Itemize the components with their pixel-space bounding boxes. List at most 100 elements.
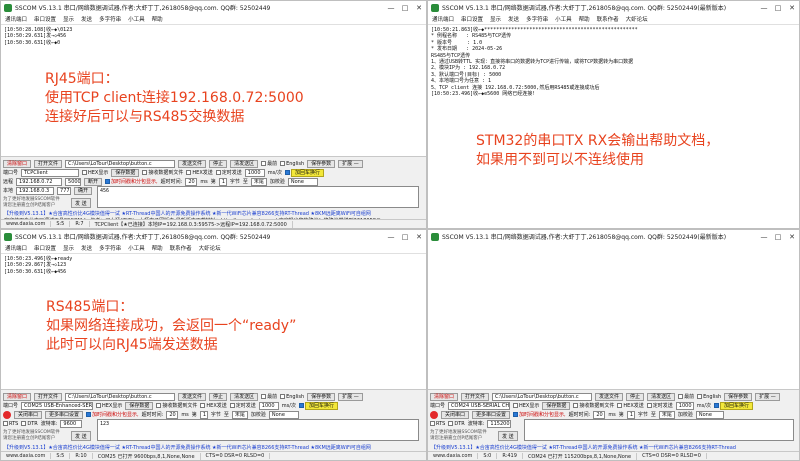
timestamp-checkbox[interactable]: 加时间戳和分包显示,: [105, 178, 158, 185]
hex-send-checkbox[interactable]: HEX发送: [617, 402, 644, 409]
ad-banner[interactable]: 【升级到V5.13.1】★合宙高性价比4G模块值得一试 ★RT-Thread中国…: [431, 444, 736, 451]
maximize-icon[interactable]: □: [771, 1, 785, 14]
baud-select[interactable]: 115200: [487, 419, 512, 428]
nth-input[interactable]: 1: [199, 410, 208, 419]
menu-item[interactable]: 显示: [490, 15, 501, 23]
menu-item[interactable]: 显示: [63, 244, 74, 252]
english-checkbox[interactable]: English: [280, 393, 304, 400]
confirm-open-button[interactable]: 确开: [74, 186, 93, 195]
close-icon[interactable]: ✕: [412, 230, 426, 243]
add-crlf-checkbox[interactable]: 加回车换行: [298, 401, 338, 410]
clear-send-button[interactable]: 清发送区: [647, 392, 676, 401]
open-file-button[interactable]: 打开文件: [34, 392, 63, 401]
baud-select[interactable]: 9600: [60, 419, 83, 428]
send-input[interactable]: 456: [97, 186, 419, 208]
hex-send-checkbox[interactable]: HEX发送: [200, 402, 227, 409]
timed-send-checkbox[interactable]: 定时发送: [229, 402, 256, 409]
menu-item[interactable]: 串口设置: [461, 15, 483, 23]
english-checkbox[interactable]: English: [280, 160, 304, 167]
stop-button[interactable]: 停止: [209, 392, 228, 401]
disconnect-button[interactable]: 断开: [84, 177, 103, 186]
local-ip-field[interactable]: 192.168.0.3: [16, 186, 55, 195]
recv-to-file-checkbox[interactable]: 接收数据到文件: [156, 402, 197, 409]
timeout-input[interactable]: 20: [185, 177, 198, 186]
send-file-button[interactable]: 发送文件: [595, 392, 624, 401]
english-checkbox[interactable]: English: [697, 393, 721, 400]
close-icon[interactable]: ✕: [785, 230, 799, 243]
nth-input[interactable]: 1: [218, 177, 227, 186]
timestamp-checkbox[interactable]: 加时间戳和分包显示,: [86, 411, 139, 418]
menu-item[interactable]: 显示: [63, 15, 74, 23]
minimize-icon[interactable]: —: [757, 1, 771, 14]
recv-to-file-checkbox[interactable]: 接收数据到文件: [142, 169, 183, 176]
timed-send-checkbox[interactable]: 定时发送: [215, 169, 242, 176]
close-icon[interactable]: ✕: [412, 1, 426, 14]
clear-send-button[interactable]: 清发送区: [230, 159, 259, 168]
interval-input[interactable]: 1000: [675, 401, 694, 410]
local-port-field[interactable]: 777: [57, 186, 72, 195]
title-bar[interactable]: SSCOM V5.13.1 串口/网络数据调试器,作者:大虾丁丁,2618058…: [1, 230, 426, 243]
always-on-top-checkbox[interactable]: 最前: [261, 160, 277, 167]
remote-port-field[interactable]: 5000: [65, 177, 82, 186]
file-path-field[interactable]: C:\Users\LoTour\Desktop\button.c: [65, 392, 176, 401]
minimize-icon[interactable]: —: [384, 1, 398, 14]
checksum-select[interactable]: None: [695, 410, 724, 419]
status-website[interactable]: www.daxia.com: [1, 221, 52, 227]
hex-display-checkbox[interactable]: HEX显示: [96, 402, 122, 409]
more-settings-button[interactable]: 更多串口设置: [45, 410, 84, 419]
send-file-button[interactable]: 发送文件: [178, 159, 207, 168]
expand-button[interactable]: 扩展 —: [338, 159, 363, 168]
menu-item[interactable]: 多字符串: [526, 15, 548, 23]
interval-input[interactable]: 1000: [244, 168, 265, 177]
menu-item[interactable]: 通讯端口: [5, 15, 27, 23]
send-button[interactable]: 发 送: [71, 431, 91, 441]
title-bar[interactable]: SSCOM V5.13.1 串口/网络数据调试器,作者:大虾丁丁,2618058…: [1, 1, 426, 14]
minimize-icon[interactable]: —: [384, 230, 398, 243]
nth-input[interactable]: 1: [626, 410, 635, 419]
save-params-button[interactable]: 保存参数: [724, 392, 753, 401]
send-file-button[interactable]: 发送文件: [178, 392, 207, 401]
close-port-button[interactable]: 关闭串口: [441, 410, 470, 419]
clear-window-button[interactable]: 清除窗口: [3, 392, 32, 401]
dtr-checkbox[interactable]: DTR: [21, 420, 38, 427]
menu-item[interactable]: 发送: [508, 15, 519, 23]
title-bar[interactable]: SSCOM V5.13.1 串口/网络数据调试器,作者:大虾丁丁,2618058…: [428, 1, 799, 14]
menu-item[interactable]: 发送: [81, 244, 92, 252]
add-crlf-checkbox[interactable]: 加回车换行: [284, 168, 324, 177]
menu-item[interactable]: 帮助: [579, 15, 590, 23]
close-port-button[interactable]: 关闭串口: [14, 410, 43, 419]
clear-window-button[interactable]: 清除窗口: [3, 159, 32, 168]
checksum-select[interactable]: None: [268, 410, 299, 419]
save-data-button[interactable]: 保存数据: [125, 401, 154, 410]
clear-window-button[interactable]: 清除窗口: [430, 392, 459, 401]
menu-item[interactable]: 小工具: [128, 15, 145, 23]
expand-button[interactable]: 扩展 —: [338, 392, 363, 401]
timed-send-checkbox[interactable]: 定时发送: [646, 402, 673, 409]
rts-checkbox[interactable]: RTS: [3, 420, 18, 427]
menu-item[interactable]: 小工具: [128, 244, 145, 252]
menu-item[interactable]: 多字符串: [99, 15, 121, 23]
always-on-top-checkbox[interactable]: 最前: [261, 393, 277, 400]
send-button[interactable]: 发 送: [498, 431, 518, 441]
menu-item[interactable]: 小工具: [555, 15, 572, 23]
menu-item[interactable]: 联系作者: [170, 244, 192, 252]
maximize-icon[interactable]: □: [771, 230, 785, 243]
receive-area[interactable]: [428, 243, 799, 389]
save-params-button[interactable]: 保存参数: [307, 159, 336, 168]
add-crlf-checkbox[interactable]: 加回车换行: [713, 401, 753, 410]
menu-item[interactable]: 通讯端口: [432, 15, 454, 23]
more-settings-button[interactable]: 更多串口设置: [472, 410, 511, 419]
maximize-icon[interactable]: □: [398, 1, 412, 14]
menu-item[interactable]: 帮助: [152, 244, 163, 252]
maximize-icon[interactable]: □: [398, 230, 412, 243]
port-select[interactable]: COM24 USB-SERIAL CH340: [448, 401, 511, 410]
hex-send-checkbox[interactable]: HEX发送: [186, 169, 213, 176]
end-select[interactable]: 末尾: [231, 410, 248, 419]
recv-to-file-checkbox[interactable]: 接收数据到文件: [573, 402, 614, 409]
dtr-checkbox[interactable]: DTR: [448, 420, 465, 427]
status-website[interactable]: www.daxia.com: [428, 453, 479, 459]
send-button[interactable]: 发 送: [71, 198, 91, 208]
menu-item[interactable]: 发送: [81, 15, 92, 23]
ad-banner[interactable]: 【升级到V5.13.1】★合宙高性价比4G模块值得一试 ★RT-Thread中国…: [4, 444, 371, 451]
close-icon[interactable]: ✕: [785, 1, 799, 14]
